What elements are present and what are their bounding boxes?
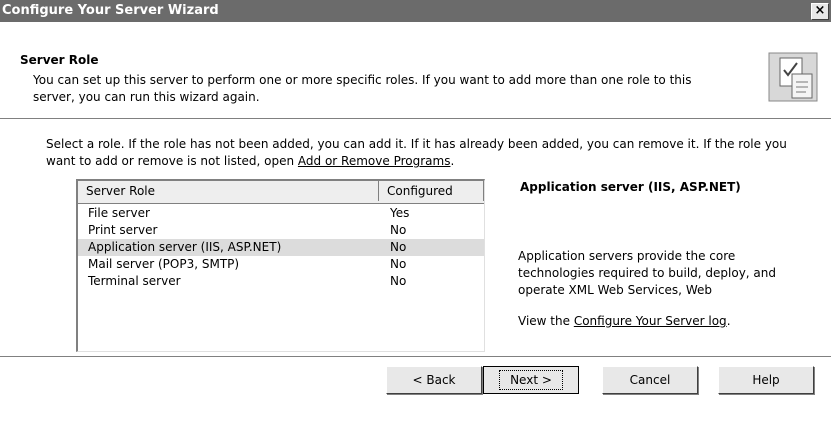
role-configured: Yes xyxy=(390,206,410,220)
footer-separator xyxy=(0,356,831,358)
back-button[interactable]: < Back xyxy=(386,366,482,394)
wizard-header: Server Role You can set up this server t… xyxy=(0,22,831,118)
role-name: Mail server (POP3, SMTP) xyxy=(88,257,240,271)
close-icon[interactable]: × xyxy=(811,3,829,20)
next-button[interactable]: Next > xyxy=(483,366,579,394)
next-button-label: Next > xyxy=(499,370,563,390)
role-details-title: Application server (IIS, ASP.NET) xyxy=(520,180,741,194)
role-configured: No xyxy=(390,240,407,254)
role-configured: No xyxy=(390,257,407,271)
list-item-selected[interactable]: Application server (IIS, ASP.NET) No xyxy=(78,239,484,256)
log-line: View the Configure Your Server log. xyxy=(518,314,731,328)
column-header-configured[interactable]: Configured xyxy=(379,181,484,201)
role-details-description: Application servers provide the core tec… xyxy=(518,249,777,297)
list-header: Server Role Configured xyxy=(78,181,484,204)
intro-text-end: . xyxy=(450,154,455,168)
intro-text: Select a role. If the role has not been … xyxy=(46,136,806,170)
role-name: Application server (IIS, ASP.NET) xyxy=(88,240,282,254)
page-description: You can set up this server to perform on… xyxy=(33,73,692,104)
help-button[interactable]: Help xyxy=(718,366,814,394)
page-title: Server Role xyxy=(20,53,99,67)
window-title: Configure Your Server Wizard xyxy=(2,3,219,18)
log-prefix: View the xyxy=(518,314,574,328)
server-role-list[interactable]: Server Role Configured File server Yes P… xyxy=(76,179,485,352)
role-configured: No xyxy=(390,274,407,288)
column-header-server-role[interactable]: Server Role xyxy=(78,181,379,201)
role-name: File server xyxy=(88,206,150,220)
add-remove-programs-link[interactable]: Add or Remove Programs xyxy=(298,154,451,168)
log-suffix: . xyxy=(726,314,731,328)
role-name: Print server xyxy=(88,223,158,237)
configure-server-log-link[interactable]: Configure Your Server log xyxy=(574,314,727,328)
role-name: Terminal server xyxy=(88,274,181,288)
title-bar: Configure Your Server Wizard × xyxy=(0,0,831,22)
cancel-button[interactable]: Cancel xyxy=(602,366,698,394)
list-item[interactable]: Terminal server No xyxy=(78,273,484,290)
list-item[interactable]: Print server No xyxy=(78,222,484,239)
role-configured: No xyxy=(390,223,407,237)
checklist-icon xyxy=(768,52,818,102)
header-separator xyxy=(0,118,831,120)
list-item[interactable]: File server Yes xyxy=(78,205,484,222)
list-item[interactable]: Mail server (POP3, SMTP) No xyxy=(78,256,484,273)
